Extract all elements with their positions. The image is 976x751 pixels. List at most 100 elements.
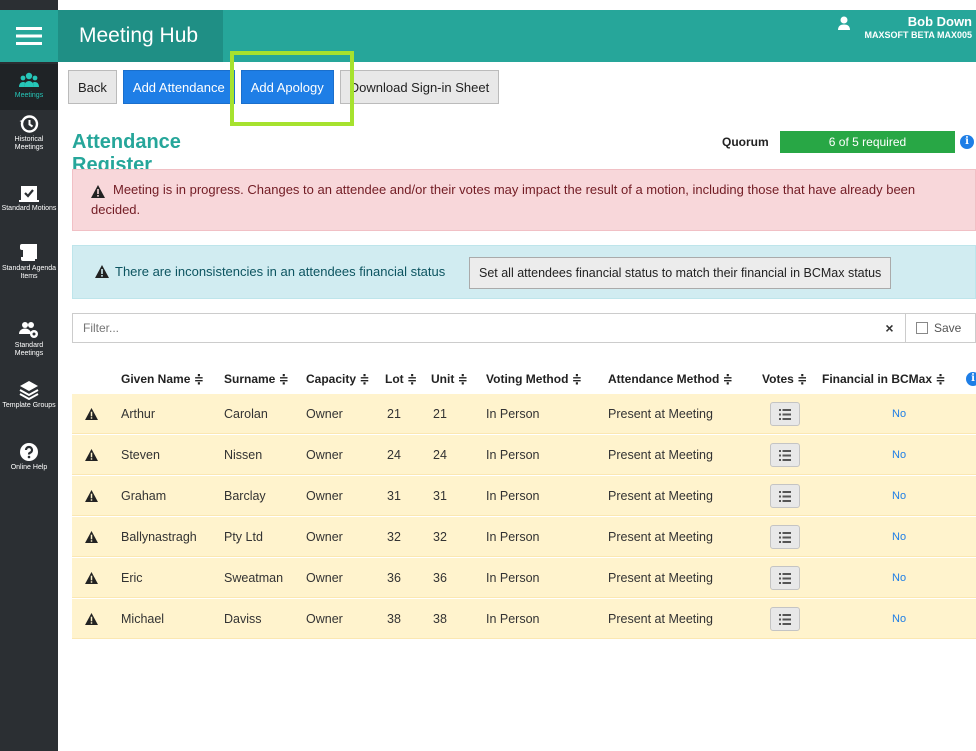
cell-given-name: Eric [121, 571, 143, 585]
sidebar-item-meetings[interactable]: Meetings [0, 64, 58, 110]
warning-icon [85, 449, 98, 461]
list-icon [779, 490, 791, 502]
column-attendance-method[interactable]: Attendance Method ≑ [608, 372, 733, 386]
save-filter-checkbox[interactable] [916, 322, 928, 334]
view-votes-button[interactable] [770, 566, 800, 590]
save-filter-label: Save [934, 321, 962, 335]
quorum-progress-bar: 6 of 5 required [780, 131, 955, 153]
clear-filter-icon[interactable]: × [874, 313, 906, 343]
cell-unit: 32 [433, 530, 447, 544]
history-icon [19, 115, 39, 133]
column-votes[interactable]: Votes ≑ [762, 372, 807, 386]
sidebar-item-historical-meetings[interactable]: Historical Meetings [0, 114, 58, 160]
sidebar-item-standard-agenda-items[interactable]: Standard Agenda Items [0, 243, 58, 303]
table-row[interactable]: Steven Nissen Owner 24 24 In Person Present at… [72, 435, 976, 475]
question-icon [20, 443, 38, 461]
financial-info-icon[interactable]: i [966, 372, 976, 386]
warning-icon [85, 572, 98, 584]
cell-surname: Carolan [224, 407, 268, 421]
cell-surname: Sweatman [224, 571, 284, 585]
cell-unit: 24 [433, 448, 447, 462]
sidebar-item-template-groups[interactable]: Template Groups [0, 380, 58, 426]
menu-toggle-button[interactable] [0, 10, 58, 62]
cell-surname: Pty Ltd [224, 530, 263, 544]
column-lot[interactable]: Lot ≑ [385, 372, 417, 386]
view-votes-button[interactable] [770, 402, 800, 426]
app-title: Meeting Hub [58, 10, 223, 62]
column-surname[interactable]: Surname ≑ [224, 372, 289, 386]
back-button[interactable]: Back [68, 70, 117, 104]
cell-surname: Nissen [224, 448, 263, 462]
list-icon [779, 449, 791, 461]
cell-attendance-method: Present at Meeting [608, 407, 713, 421]
user-menu[interactable]: Bob Down MAXSOFT BETA MAX005 [864, 14, 972, 40]
warning-icon [91, 185, 105, 198]
cell-surname: Barclay [224, 489, 266, 503]
hamburger-icon [16, 27, 42, 45]
view-votes-button[interactable] [770, 525, 800, 549]
table-row[interactable]: Eric Sweatman Owner 36 36 In Person Present at… [72, 558, 976, 598]
column-capacity[interactable]: Capacity ≑ [306, 372, 369, 386]
quorum-info-icon[interactable]: i [960, 135, 974, 149]
warning-icon [95, 265, 109, 278]
save-filter-toggle[interactable]: Save [906, 313, 976, 343]
sidebar-item-standard-meetings[interactable]: Standard Meetings [0, 320, 58, 366]
cell-financial-in-bcmax[interactable]: No [892, 449, 906, 461]
sidebar-item-label: Standard Meetings [14, 342, 44, 357]
cell-surname: Daviss [224, 612, 262, 626]
cell-financial-in-bcmax[interactable]: No [892, 408, 906, 420]
cell-voting-method: In Person [486, 612, 540, 626]
filter-input[interactable] [72, 313, 904, 343]
column-voting-method[interactable]: Voting Method ≑ [486, 372, 582, 386]
add-apology-button[interactable]: Add Apology [240, 70, 334, 104]
top-header: Meeting Hub Bob Down MAXSOFT BETA MAX005 [58, 10, 976, 62]
cell-lot: 38 [387, 612, 401, 626]
cell-voting-method: In Person [486, 530, 540, 544]
cell-capacity: Owner [306, 612, 343, 626]
add-attendance-button[interactable]: Add Attendance [122, 70, 235, 104]
list-icon [779, 613, 791, 625]
action-toolbar: Back Add Attendance Add Apology Download… [68, 70, 500, 104]
cell-voting-method: In Person [486, 448, 540, 462]
cell-financial-in-bcmax[interactable]: No [892, 490, 906, 502]
cell-financial-in-bcmax[interactable]: No [892, 531, 906, 543]
meeting-in-progress-alert: Meeting is in progress. Changes to an at… [72, 169, 976, 231]
user-organisation: MAXSOFT BETA MAX005 [864, 30, 972, 40]
column-given-name[interactable]: Given Name ≑ [121, 372, 204, 386]
table-row[interactable]: Graham Barclay Owner 31 31 In Person Present a… [72, 476, 976, 516]
alert-message: There are inconsistencies in an attendee… [115, 264, 446, 279]
sync-financial-status-button[interactable]: Set all attendees financial status to ma… [469, 257, 892, 289]
table-row[interactable]: Arthur Carolan Owner 21 21 In Person Present a… [72, 394, 976, 434]
cell-lot: 24 [387, 448, 401, 462]
column-unit[interactable]: Unit ≑ [431, 372, 468, 386]
alert-message-line-2: decided. [91, 202, 141, 217]
cell-attendance-method: Present at Meeting [608, 612, 713, 626]
cell-financial-in-bcmax[interactable]: No [892, 572, 906, 584]
column-financial-in-bcmax[interactable]: Financial in BCMax ≑ [822, 372, 945, 386]
cell-financial-in-bcmax[interactable]: No [892, 613, 906, 625]
quorum-progress-text: 6 of 5 required [828, 135, 907, 149]
view-votes-button[interactable] [770, 443, 800, 467]
users-gear-icon [19, 322, 38, 338]
quorum-label: Quorum [722, 135, 769, 149]
download-sign-in-sheet-button[interactable]: Download Sign-in Sheet [339, 70, 500, 104]
user-icon[interactable] [838, 16, 850, 30]
sidebar: Meetings Historical Meetings Standard Mo… [0, 0, 58, 751]
alert-message-line-1: Meeting is in progress. Changes to an at… [113, 182, 916, 197]
cell-attendance-method: Present at Meeting [608, 571, 713, 585]
table-row[interactable]: Michael Daviss Owner 38 38 In Person Present a… [72, 599, 976, 639]
view-votes-button[interactable] [770, 607, 800, 631]
cell-lot: 21 [387, 407, 401, 421]
table-row[interactable]: Ballynastragh Pty Ltd Owner 32 32 In Person Pr… [72, 517, 976, 557]
sidebar-item-online-help[interactable]: Online Help [0, 442, 58, 488]
cell-capacity: Owner [306, 489, 343, 503]
cell-lot: 31 [387, 489, 401, 503]
cell-given-name: Michael [121, 612, 165, 626]
sidebar-item-standard-motions[interactable]: Standard Motions [0, 183, 58, 229]
warning-icon [85, 531, 98, 543]
checkbox-icon [19, 186, 39, 202]
sidebar-item-label: Template Groups [2, 402, 56, 409]
warning-icon [85, 613, 98, 625]
sidebar-item-label: Meetings [14, 92, 44, 99]
view-votes-button[interactable] [770, 484, 800, 508]
